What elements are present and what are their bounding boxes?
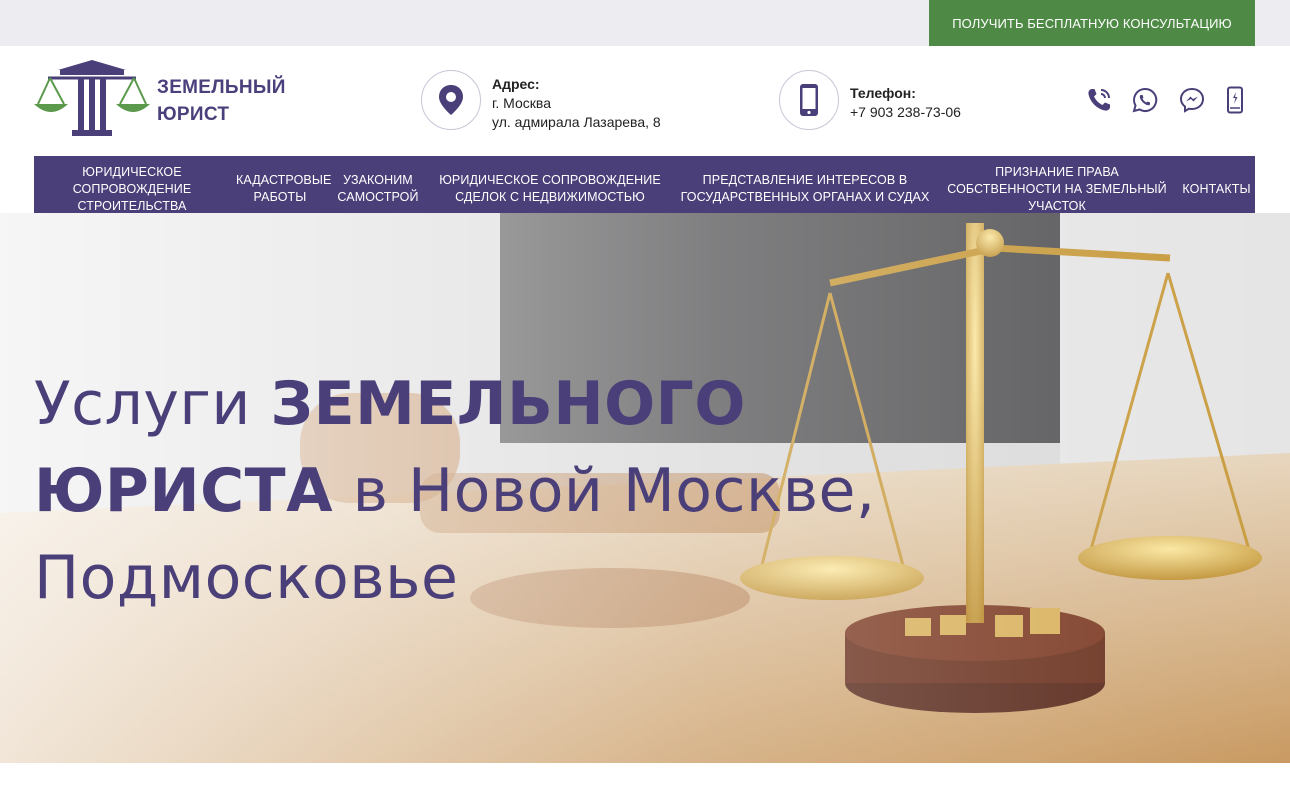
logo-text: ЗЕМЕЛЬНЫЙ ЮРИСТ (157, 74, 286, 128)
phone-number[interactable]: +7 903 238-73-06 (850, 103, 961, 122)
nav-land-ownership[interactable]: ПРИЗНАНИЕ ПРАВА СОБСТВЕННОСТИ НА ЗЕМЕЛЬН… (936, 164, 1178, 215)
phone-label: Телефон: (850, 85, 916, 101)
address-block: Адрес: г. Москва ул. адмирала Лазарева, … (421, 70, 691, 132)
hero-banner: Услуги ЗЕМЕЛЬНОГО ЮРИСТА в Новой Москве,… (0, 213, 1290, 763)
nav-government-courts[interactable]: ПРЕДСТАВЛЕНИЕ ИНТЕРЕСОВ В ГОСУДАРСТВЕННЫ… (674, 172, 936, 206)
address-city: г. Москва (492, 95, 551, 111)
mobile-phone-icon[interactable] (1217, 82, 1253, 118)
nav-legalize-building[interactable]: УЗАКОНИМ САМОСТРОЙ (330, 172, 426, 206)
phone-text: Телефон: +7 903 238-73-06 (850, 84, 961, 122)
smartphone-icon (800, 84, 818, 116)
map-pin-icon (439, 85, 463, 115)
social-links (1080, 82, 1255, 118)
phone-block: Телефон: +7 903 238-73-06 (779, 70, 999, 132)
hero-title-bold2: ЮРИСТА (34, 456, 334, 526)
logo[interactable]: ЗЕМЕЛЬНЫЙ ЮРИСТ (34, 58, 294, 140)
address-street: ул. адмирала Лазарева, 8 (492, 114, 661, 130)
address-text: Адрес: г. Москва ул. адмирала Лазарева, … (492, 75, 661, 132)
logo-line2: ЮРИСТ (157, 104, 230, 125)
hero-title-part2: в Новой Москве, (333, 456, 876, 526)
address-label: Адрес: (492, 76, 540, 92)
hero-title-bold1: ЗЕМЕЛЬНОГО (270, 369, 746, 439)
hero-title-part3: Подмосковье (34, 543, 459, 613)
nav-real-estate-deals[interactable]: ЮРИДИЧЕСКОЕ СОПРОВОЖДЕНИЕ СДЕЛОК С НЕДВИ… (426, 172, 674, 206)
whatsapp-icon[interactable] (1127, 82, 1163, 118)
scales-logo-icon (34, 60, 150, 136)
messenger-icon[interactable] (1174, 82, 1210, 118)
phone-call-icon[interactable] (1081, 82, 1117, 118)
bottom-strip (0, 763, 1290, 790)
logo-line1: ЗЕМЕЛЬНЫЙ (157, 77, 286, 98)
hero-title: Услуги ЗЕМЕЛЬНОГО ЮРИСТА в Новой Москве,… (34, 361, 914, 622)
nav-contacts[interactable]: КОНТАКТЫ (1178, 181, 1255, 198)
nav-construction-support[interactable]: ЮРИДИЧЕСКОЕ СОПРОВОЖДЕНИЕ СТРОИТЕЛЬСТВА (34, 164, 230, 215)
free-consultation-button[interactable]: ПОЛУЧИТЬ БЕСПЛАТНУЮ КОНСУЛЬТАЦИЮ (929, 0, 1255, 46)
address-icon-circle (421, 70, 481, 130)
hero-title-part1: Услуги (34, 369, 271, 439)
phone-icon-circle (779, 70, 839, 130)
nav-cadastral-works[interactable]: КАДАСТРОВЫЕ РАБОТЫ (230, 172, 331, 206)
